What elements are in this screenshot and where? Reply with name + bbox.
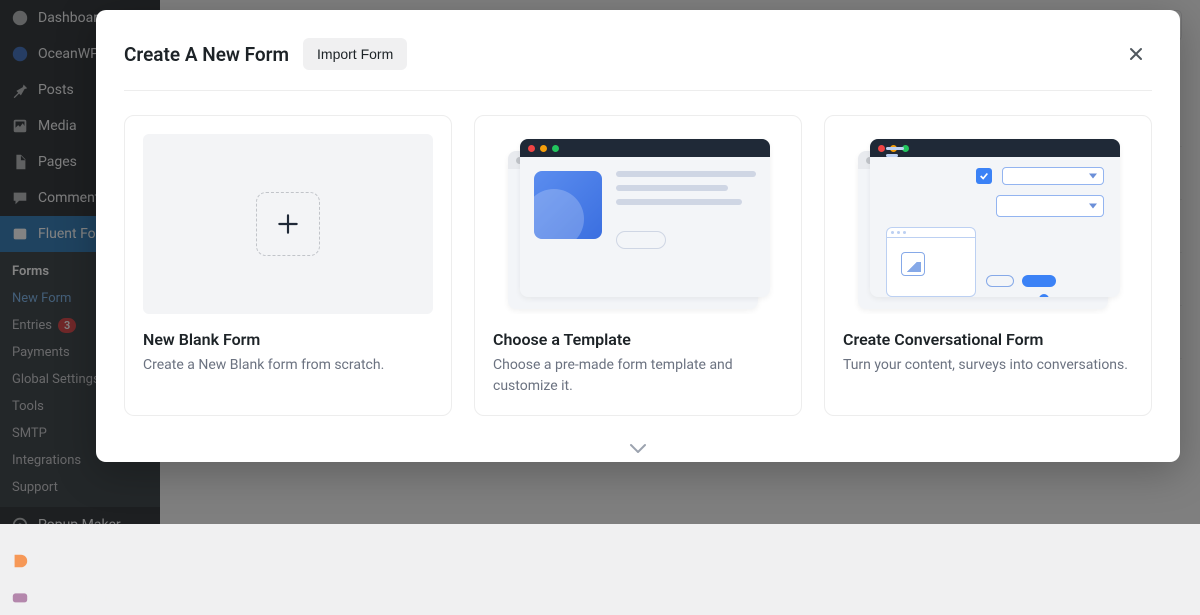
template-illustration xyxy=(493,134,783,314)
card-title: Choose a Template xyxy=(493,330,783,349)
form-type-cards: New Blank Form Create a New Blank form f… xyxy=(124,115,1152,416)
plus-icon xyxy=(275,211,301,237)
card-conversational-form[interactable]: Create Conversational Form Turn your con… xyxy=(824,115,1152,416)
modal-header: Create A New Form Import Form xyxy=(124,38,1152,91)
close-icon xyxy=(1128,46,1144,62)
import-form-button[interactable]: Import Form xyxy=(303,38,407,70)
sidebar-item-woocommerce[interactable]: WooCommerce xyxy=(0,579,160,615)
card-desc: Create a New Blank form from scratch. xyxy=(143,355,433,376)
modal-title: Create A New Form xyxy=(124,43,289,66)
create-form-modal: Create A New Form Import Form New Blank … xyxy=(96,10,1180,462)
card-title: New Blank Form xyxy=(143,330,433,349)
chevron-down-icon xyxy=(626,436,650,460)
woocommerce-icon xyxy=(10,587,30,607)
card-title: Create Conversational Form xyxy=(843,330,1133,349)
sidebar-item-dokan[interactable]: Dokan xyxy=(0,543,160,579)
dokan-icon xyxy=(10,551,30,571)
expand-button[interactable] xyxy=(124,436,1152,460)
conversational-illustration xyxy=(843,134,1133,314)
card-desc: Choose a pre-made form template and cust… xyxy=(493,355,783,397)
card-choose-template[interactable]: Choose a Template Choose a pre-made form… xyxy=(474,115,802,416)
blank-illustration xyxy=(143,134,433,314)
sidebar-item-label: Dokan xyxy=(38,553,78,569)
card-blank-form[interactable]: New Blank Form Create a New Blank form f… xyxy=(124,115,452,416)
sidebar-item-label: WooCommerce xyxy=(38,589,135,605)
card-desc: Turn your content, surveys into conversa… xyxy=(843,355,1133,376)
close-button[interactable] xyxy=(1120,38,1152,70)
